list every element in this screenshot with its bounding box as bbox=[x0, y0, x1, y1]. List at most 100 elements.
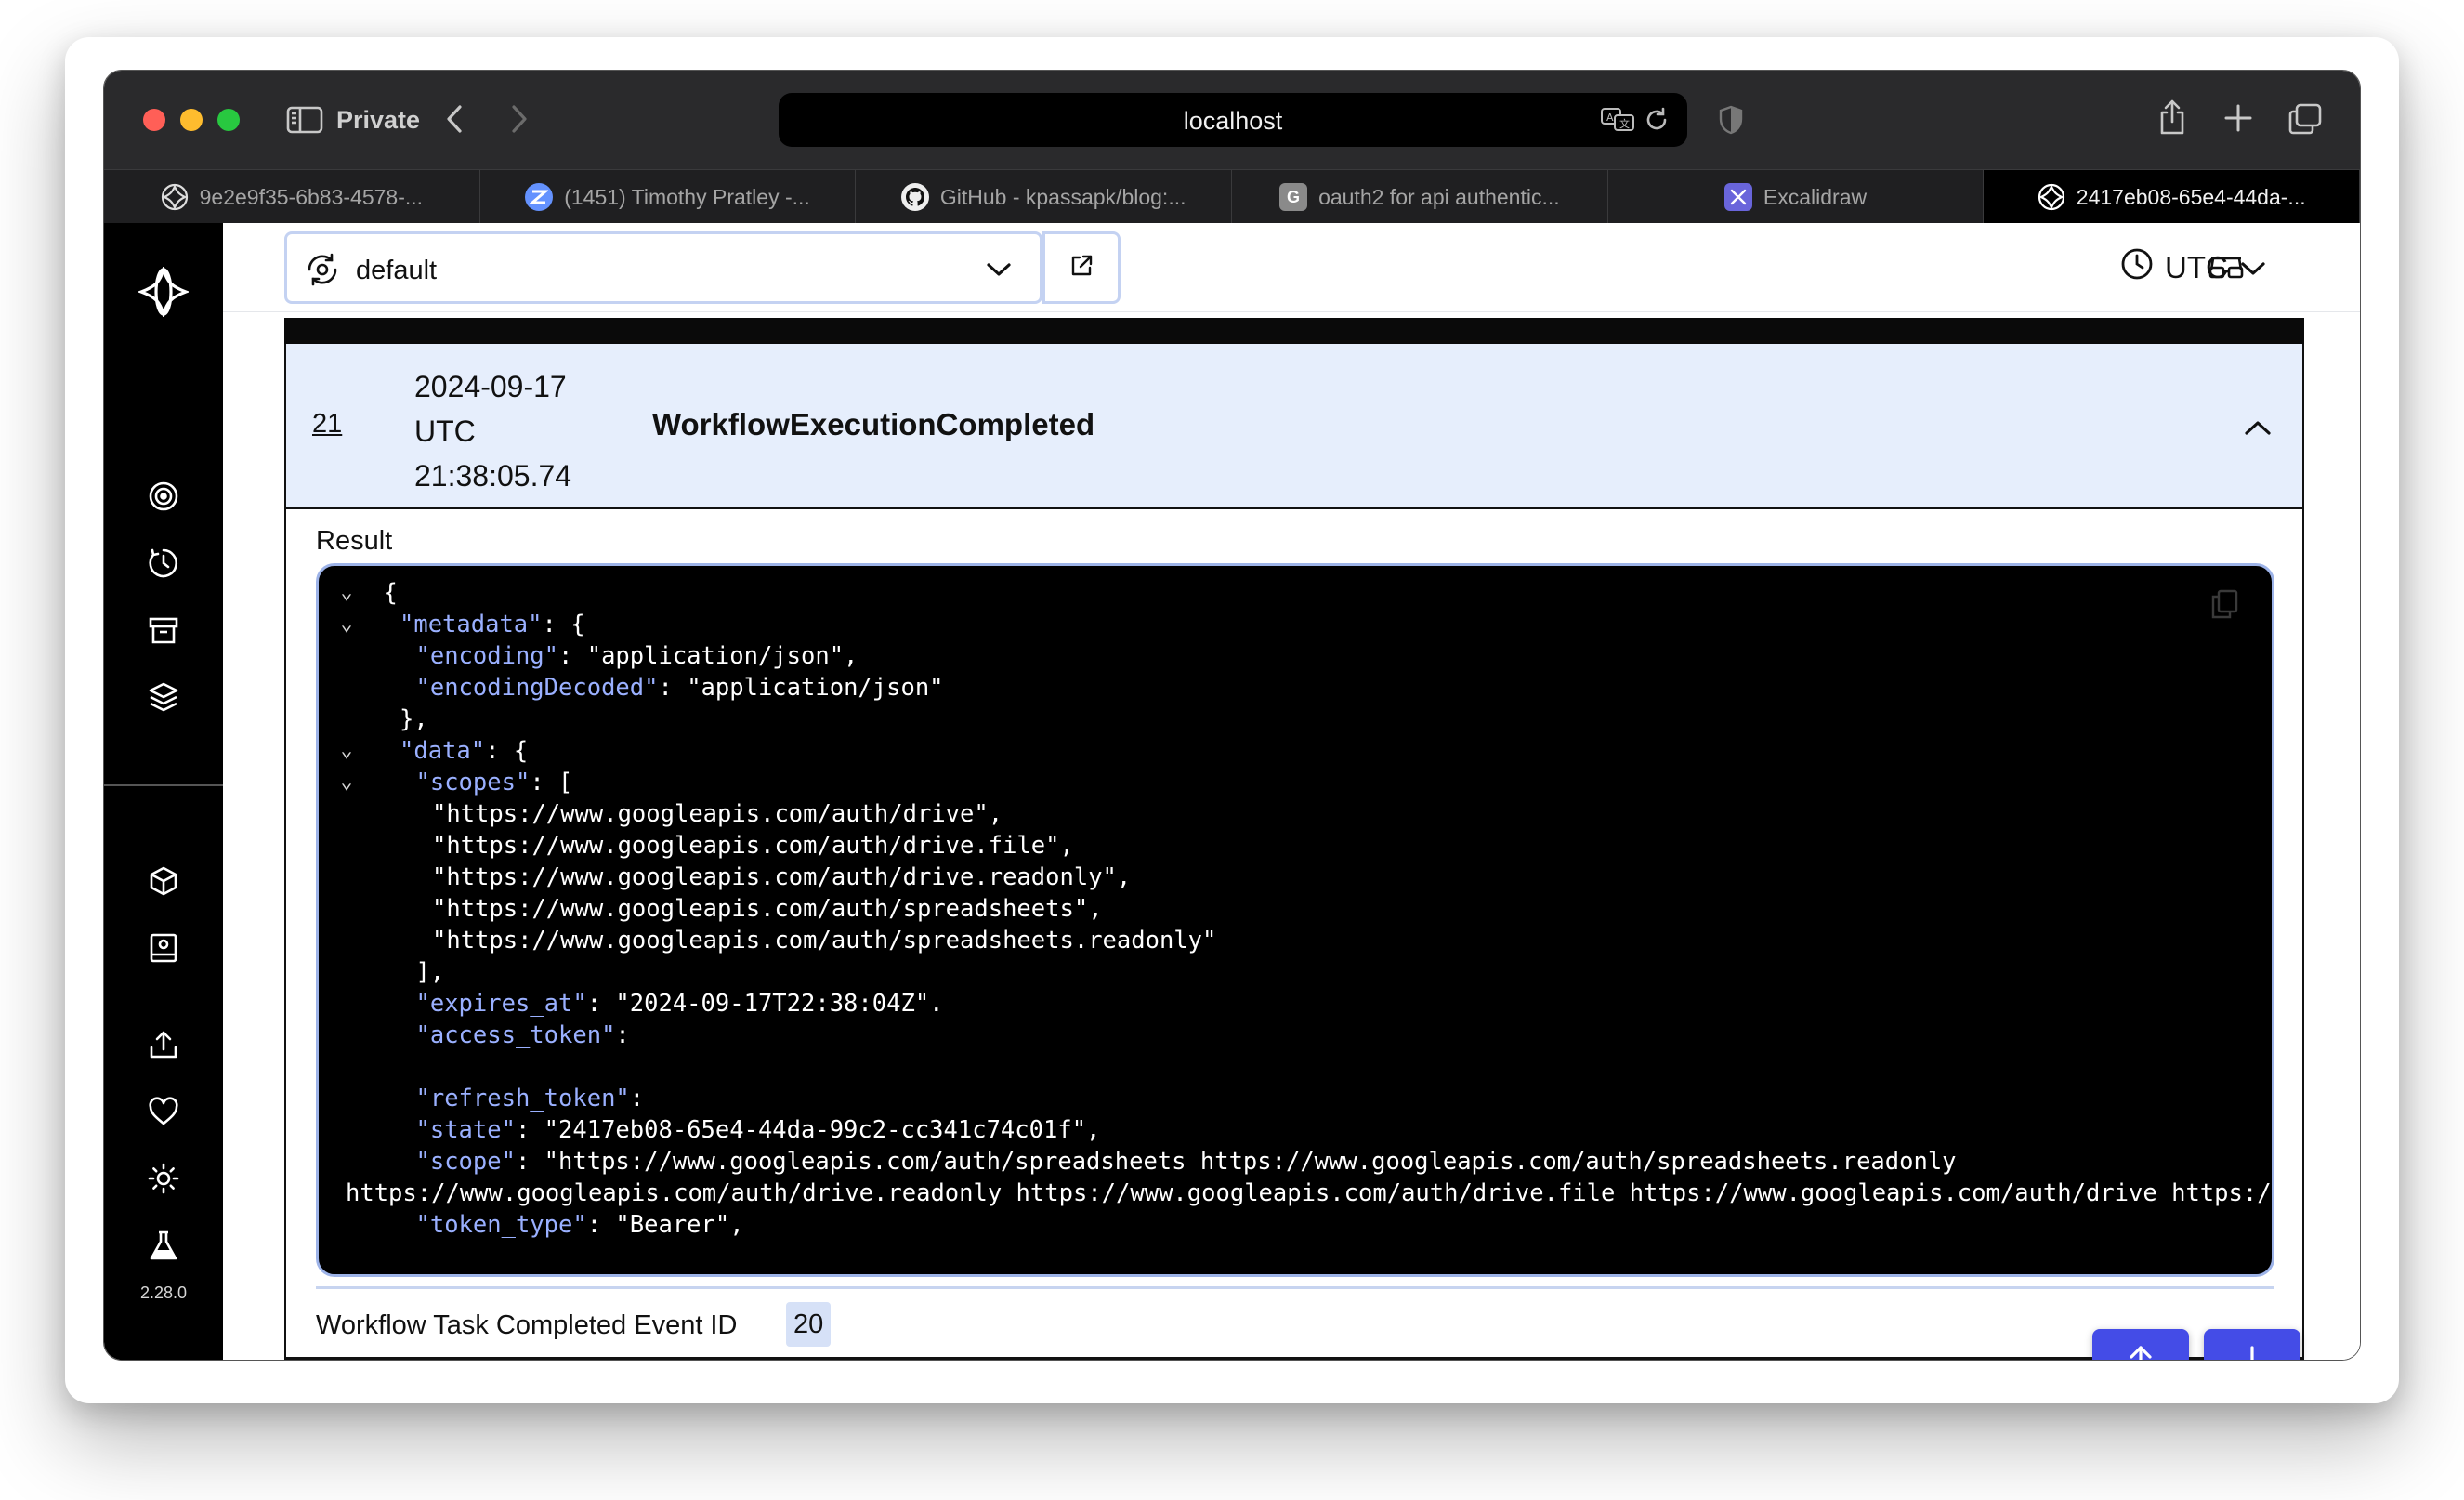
tab-title: GitHub - kpassapk/blog:... bbox=[939, 184, 1186, 209]
code-text: "state": "2417eb08-65e4-44da-99c2-cc341c… bbox=[415, 1116, 1101, 1144]
event-history: 21 2024-09-17 UTC 21:38:05.74 WorkflowEx… bbox=[284, 312, 2304, 1360]
code-text: https://www.googleapis.com/auth/drive.re… bbox=[346, 1179, 2272, 1207]
result-code-block[interactable]: ⌄{⌄ "metadata": {"encoding": "application… bbox=[316, 563, 2274, 1277]
chevron-down-icon bbox=[982, 253, 1016, 286]
svg-text:A: A bbox=[1606, 112, 1614, 124]
svg-text:文: 文 bbox=[1619, 117, 1630, 130]
tab-overview-icon[interactable] bbox=[2287, 102, 2323, 136]
g-letter-icon: G bbox=[1279, 183, 1308, 211]
nav-divider bbox=[104, 784, 223, 786]
code-text: "metadata": { bbox=[399, 611, 585, 638]
code-text: }, bbox=[399, 705, 428, 733]
code-line: }, bbox=[319, 704, 2272, 735]
close-window-button[interactable] bbox=[143, 109, 165, 131]
archive-icon[interactable] bbox=[138, 604, 190, 656]
code-text: { bbox=[383, 579, 398, 607]
browser-tab[interactable]: (1451) Timothy Pratley -... bbox=[480, 170, 857, 224]
workflow-task-completed-value: 20 bbox=[786, 1302, 832, 1347]
code-text: "encodingDecoded": "application/json" bbox=[415, 674, 944, 702]
code-text: "expires_at": "2024-09-17T22:38:04Z". bbox=[415, 990, 944, 1018]
code-line: ⌄ "scopes": [ bbox=[319, 767, 2272, 798]
event-time: 21:38:05.74 bbox=[414, 459, 572, 493]
import-icon[interactable] bbox=[138, 1019, 190, 1071]
code-line: "access_token": bbox=[319, 1020, 2272, 1051]
temporal-logo-icon[interactable] bbox=[136, 264, 191, 320]
side-navigation: 2.28.0 bbox=[104, 223, 223, 1360]
field-divider bbox=[316, 1286, 2274, 1289]
sidebar-toggle-icon[interactable] bbox=[286, 104, 323, 136]
data-encoder-icon[interactable] bbox=[2206, 247, 2247, 288]
fold-chevron-icon[interactable]: ⌄ bbox=[337, 609, 356, 640]
layers-icon[interactable] bbox=[138, 671, 190, 723]
shield-icon[interactable] bbox=[1717, 104, 1745, 136]
minimize-window-button[interactable] bbox=[180, 109, 203, 131]
excalidraw-icon bbox=[1723, 183, 1752, 211]
workflows-icon[interactable] bbox=[138, 470, 190, 522]
code-line: "token_type": "Bearer", bbox=[319, 1209, 2272, 1241]
forward-icon[interactable] bbox=[505, 102, 533, 136]
theme-icon[interactable] bbox=[138, 1152, 190, 1204]
share-icon[interactable] bbox=[2156, 99, 2189, 136]
open-namespace-button[interactable] bbox=[1042, 231, 1121, 304]
browser-tab[interactable]: 9e2e9f35-6b83-4578-... bbox=[104, 170, 480, 224]
back-icon[interactable] bbox=[440, 102, 468, 136]
code-line: "state": "2417eb08-65e4-44da-99c2-cc341c… bbox=[319, 1114, 2272, 1146]
code-text: "scope": "https://www.googleapis.com/aut… bbox=[415, 1148, 1957, 1176]
code-line: "expires_at": "2024-09-17T22:38:04Z". bbox=[319, 988, 2272, 1020]
fold-chevron-icon[interactable]: ⌄ bbox=[337, 735, 356, 767]
github-icon bbox=[900, 183, 929, 211]
code-line: ⌄ "data": { bbox=[319, 735, 2272, 767]
scroll-to-bottom-button[interactable] bbox=[2204, 1329, 2300, 1360]
schedules-icon[interactable] bbox=[138, 537, 190, 589]
code-lines: ⌄{⌄ "metadata": {"encoding": "application… bbox=[319, 577, 2272, 1241]
tab-title: (1451) Timothy Pratley -... bbox=[564, 184, 810, 209]
browser-tab[interactable]: GitHub - kpassapk/blog:... bbox=[856, 170, 1233, 224]
code-line: ⌄{ bbox=[319, 577, 2272, 609]
browser-tab-active[interactable]: 2417eb08-65e4-44da-... bbox=[1984, 170, 2360, 224]
feedback-icon[interactable] bbox=[138, 1086, 190, 1138]
namespace-value: default bbox=[356, 256, 438, 285]
namespaces-icon[interactable] bbox=[138, 855, 190, 907]
code-line: "refresh_token": bbox=[319, 1083, 2272, 1114]
code-line: "https://www.googleapis.com/auth/drive.r… bbox=[319, 862, 2272, 893]
zulip-icon bbox=[525, 183, 554, 211]
temporal-icon bbox=[161, 183, 189, 211]
code-text: "scopes": [ bbox=[415, 769, 573, 796]
arrow-up-icon bbox=[2127, 1344, 2155, 1360]
tab-title: 9e2e9f35-6b83-4578-... bbox=[199, 184, 424, 209]
fold-chevron-icon[interactable]: ⌄ bbox=[337, 767, 356, 798]
namespace-select[interactable]: default bbox=[284, 231, 1042, 304]
zoom-window-button[interactable] bbox=[217, 109, 240, 131]
code-line: "encoding": "application/json", bbox=[319, 640, 2272, 672]
event-panel: 21 2024-09-17 UTC 21:38:05.74 WorkflowEx… bbox=[284, 344, 2304, 1360]
tab-title: Excalidraw bbox=[1763, 184, 1868, 209]
namespace-icon bbox=[304, 251, 341, 288]
tab-title: 2417eb08-65e4-44da-... bbox=[2076, 184, 2306, 209]
browser-tab[interactable]: Excalidraw bbox=[1608, 170, 1985, 224]
translate-icon[interactable]: A文 bbox=[1600, 106, 1637, 134]
code-text: "https://www.googleapis.com/auth/drive.r… bbox=[431, 863, 1132, 891]
chevron-up-icon[interactable] bbox=[2239, 409, 2276, 446]
main-content: default UTC 21 2024-09-17 UTC 21:38:05.7… bbox=[223, 223, 2360, 1360]
reload-icon[interactable] bbox=[1643, 106, 1671, 134]
arrow-down-icon bbox=[2238, 1344, 2266, 1360]
workflow-task-completed-label: Workflow Task Completed Event ID bbox=[316, 1310, 738, 1340]
code-text: "https://www.googleapis.com/auth/drive.f… bbox=[431, 832, 1074, 860]
top-bar: default UTC bbox=[223, 223, 2360, 312]
address-bar[interactable]: localhost A文 bbox=[779, 93, 1687, 147]
code-text: "https://www.googleapis.com/auth/drive", bbox=[431, 800, 1003, 828]
event-type: WorkflowExecutionCompleted bbox=[652, 407, 1095, 441]
scroll-to-top-button[interactable] bbox=[2092, 1329, 2189, 1360]
fold-chevron-icon[interactable]: ⌄ bbox=[337, 577, 356, 609]
code-line: "https://www.googleapis.com/auth/spreads… bbox=[319, 893, 2272, 925]
labs-icon[interactable] bbox=[138, 1219, 190, 1271]
address-text: localhost bbox=[1183, 107, 1283, 135]
browser-tab[interactable]: G oauth2 for api authentic... bbox=[1232, 170, 1608, 224]
code-text: "encoding": "application/json", bbox=[415, 642, 858, 670]
code-line: "https://www.googleapis.com/auth/spreads… bbox=[319, 925, 2272, 956]
new-tab-icon[interactable] bbox=[2222, 102, 2254, 134]
nexus-icon[interactable] bbox=[138, 922, 190, 974]
event-row-header[interactable]: 21 2024-09-17 UTC 21:38:05.74 WorkflowEx… bbox=[286, 344, 2302, 509]
event-id-link[interactable]: 21 bbox=[312, 409, 342, 440]
